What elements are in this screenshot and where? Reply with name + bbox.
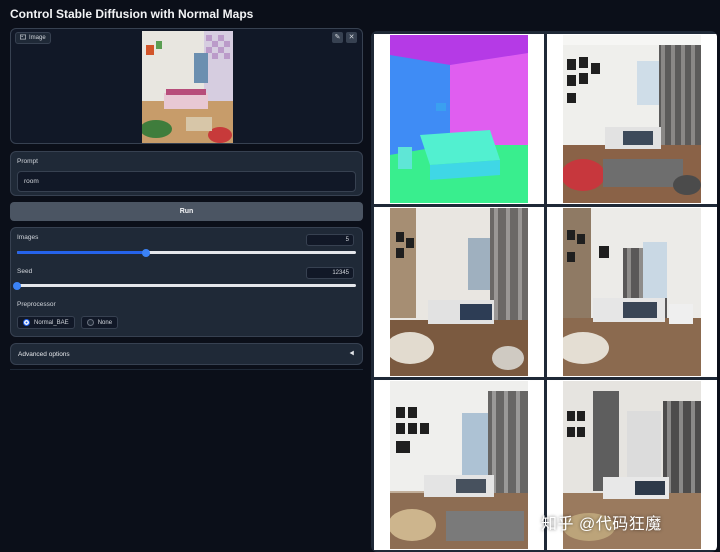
images-slider-label: Images — [17, 234, 39, 241]
preprocessor-label: Preprocessor — [17, 301, 56, 308]
image-label-text: Image — [29, 35, 46, 41]
advanced-options-accordion[interactable]: Advanced options — [10, 343, 363, 365]
output-gallery — [371, 31, 717, 552]
pencil-icon[interactable]: ✎ — [332, 32, 343, 43]
image-input-panel[interactable]: Image ✎ ✕ — [10, 28, 363, 144]
seed-slider-handle[interactable] — [13, 281, 21, 290]
preprocessor-radio-group: Normal_BAE None — [17, 316, 119, 329]
image-label-badge: Image — [15, 32, 51, 44]
gallery-item-room-4[interactable] — [374, 380, 544, 550]
image-tools: ✎ ✕ — [332, 32, 357, 43]
empty-area — [10, 369, 363, 546]
generated-room-image — [390, 208, 528, 376]
seed-slider-label: Seed — [17, 268, 33, 275]
parameters-panel: Images 5 Seed 12345 Preprocessor Normal_… — [10, 227, 363, 337]
generated-room-image — [563, 208, 701, 376]
radio-dot[interactable] — [86, 319, 94, 326]
close-icon[interactable]: ✕ — [346, 32, 357, 43]
seed-slider[interactable] — [13, 281, 356, 290]
page-title: Control Stable Diffusion with Normal Map… — [10, 7, 254, 21]
radio-dot-selected[interactable] — [23, 319, 30, 326]
watermark: 知乎 @代码狂魔 — [541, 516, 662, 533]
image-icon — [20, 34, 26, 42]
radio-label: None — [97, 319, 113, 326]
normal-map-image — [390, 35, 528, 203]
prompt-label: Prompt — [17, 158, 38, 165]
radio-none[interactable]: None — [80, 316, 119, 329]
collapse-arrow-icon[interactable] — [349, 350, 355, 358]
radio-normal-bae[interactable]: Normal_BAE — [17, 316, 75, 329]
generated-room-image — [563, 35, 701, 203]
images-slider-fill — [17, 251, 146, 254]
generated-room-image — [390, 381, 528, 549]
run-button[interactable]: Run — [10, 202, 363, 221]
images-number-input[interactable]: 5 — [306, 234, 354, 246]
images-slider-handle[interactable] — [141, 248, 150, 257]
input-image — [142, 31, 233, 143]
prompt-panel: Prompt room — [10, 151, 363, 196]
gallery-item-room-1[interactable] — [547, 34, 717, 204]
radio-label: Normal_BAE — [34, 319, 69, 326]
prompt-input[interactable]: room — [17, 171, 356, 192]
images-slider[interactable] — [17, 248, 356, 257]
gallery-item-room-3[interactable] — [547, 207, 717, 377]
gallery-item-room-2[interactable] — [374, 207, 544, 377]
seed-number-input[interactable]: 12345 — [306, 267, 354, 279]
gallery-item-normal-map[interactable] — [374, 34, 544, 204]
left-panel: Image ✎ ✕ Prompt room Run Images 5 Seed … — [10, 28, 363, 546]
advanced-options-label: Advanced options — [18, 350, 70, 358]
